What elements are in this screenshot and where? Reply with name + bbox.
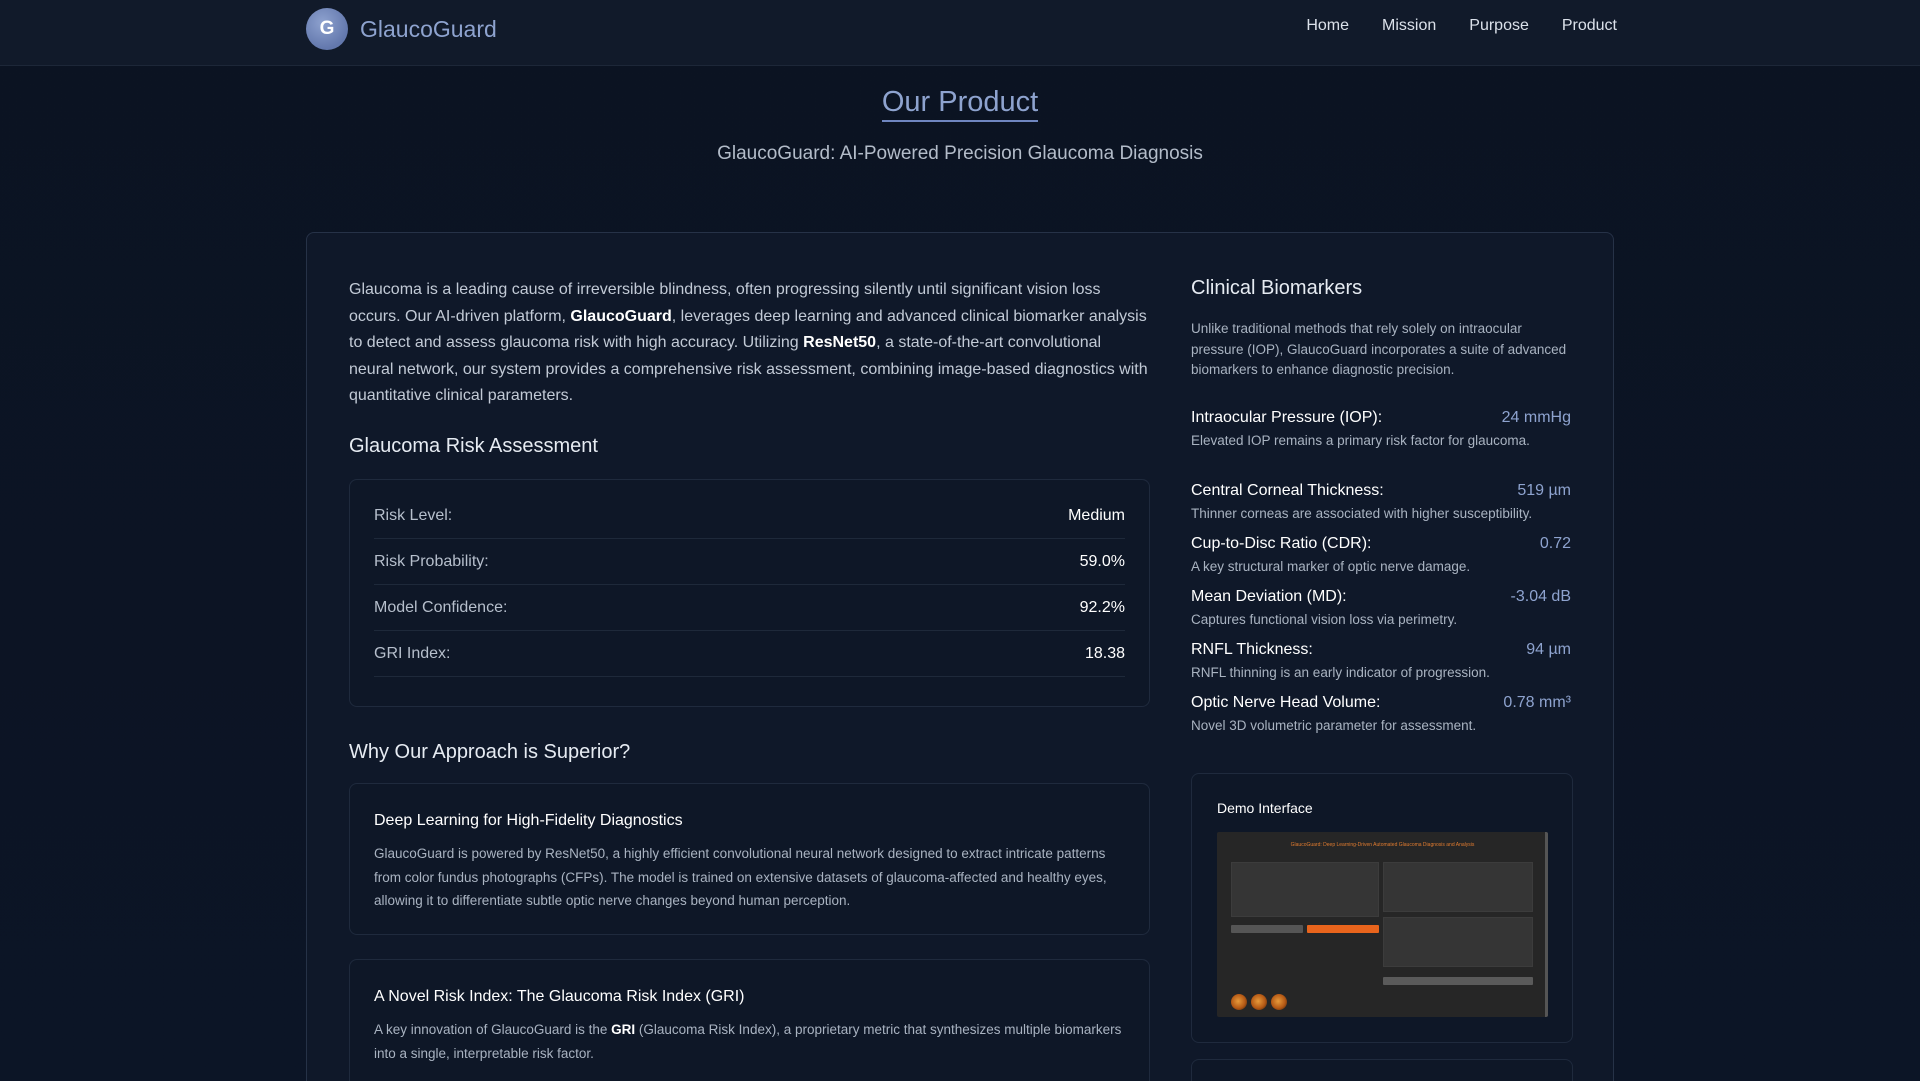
biomarker-item: Intraocular Pressure (IOP): 24 mmHg Eleva… <box>1191 409 1571 448</box>
biomarker-desc: Captures functional vision loss via peri… <box>1191 612 1458 627</box>
biomarker-item: Central Corneal Thickness: 519 µm Thinner… <box>1191 482 1571 521</box>
nav-link-product[interactable]: Product <box>1562 17 1617 35</box>
approach-heading: Why Our Approach is Superior? <box>349 741 631 763</box>
page-title: Our Product <box>0 86 1920 122</box>
demo-screenshot-header: GlaucoGuard: Deep Learning-Driven Automa… <box>1290 842 1475 848</box>
nav-link-mission[interactable]: Mission <box>1382 17 1436 35</box>
page-title-text: Our Product <box>881 86 1039 122</box>
risk-label: GRI Index: <box>374 644 451 662</box>
biomarker-value: 94 µm <box>1526 641 1571 658</box>
logo-icon: G <box>306 8 348 50</box>
biomarker-value: 24 mmHg <box>1501 409 1571 426</box>
risk-value: 59.0% <box>1079 552 1125 570</box>
risk-label: Risk Level: <box>374 506 453 524</box>
risk-value: Medium <box>1068 506 1125 524</box>
fundus-example-icon <box>1251 994 1267 1010</box>
biomarker-desc: Novel 3D volumetric parameter for assess… <box>1191 718 1477 733</box>
biomarker-name: Intraocular Pressure (IOP): <box>1191 409 1383 426</box>
demo-clear-button <box>1231 925 1303 933</box>
risk-assessment-heading: Glaucoma Risk Assessment <box>349 435 598 457</box>
demo-upload-panel <box>1231 862 1379 917</box>
biomarker-value: -3.04 dB <box>1510 588 1571 605</box>
biomarker-name: Mean Deviation (MD): <box>1191 588 1347 605</box>
demo-screenshot[interactable]: GlaucoGuard: Deep Learning-Driven Automa… <box>1217 832 1548 1017</box>
risk-row: Risk Level: Medium <box>374 493 1125 539</box>
risk-value: 18.38 <box>1084 644 1125 662</box>
brand-name: GlaucoGuard <box>360 15 497 42</box>
biomarker-name: RNFL Thickness: <box>1191 641 1313 658</box>
brand[interactable]: G GlaucoGuard <box>306 8 497 50</box>
biomarker-item: Optic Nerve Head Volume: 0.78 mm³ Novel 3… <box>1191 694 1571 733</box>
biomarker-desc: A key structural marker of optic nerve d… <box>1191 559 1471 574</box>
fundus-example-icon <box>1271 994 1287 1010</box>
intro-bold-model: ResNet50 <box>803 334 877 351</box>
top-navbar: G GlaucoGuard Home Mission Purpose Produ… <box>0 0 1920 66</box>
intro-bold-brand: GlaucoGuard <box>570 307 672 325</box>
demo-heatmap-panel <box>1383 917 1533 967</box>
biomarkers-title: Clinical Biomarkers <box>1191 277 1363 299</box>
nav-link-purpose[interactable]: Purpose <box>1469 17 1529 35</box>
page-subtitle: GlaucoGuard: AI-Powered Precision Glauco… <box>717 143 1203 164</box>
feature-text-pre: A key innovation of GlaucoGuard is the <box>374 1022 612 1037</box>
biomarker-name: Optic Nerve Head Volume: <box>1191 694 1381 711</box>
biomarker-value: 519 µm <box>1517 482 1571 499</box>
demo-interface-card: Demo Interface GlaucoGuard: Deep Learnin… <box>1191 773 1573 1043</box>
risk-value: 92.2% <box>1079 598 1125 616</box>
biomarker-value: 0.72 <box>1539 535 1571 552</box>
risk-row: Model Confidence: 92.2% <box>374 585 1125 631</box>
biomarkers-panel: Clinical Biomarkers Unlike traditional m… <box>1191 277 1571 381</box>
biomarker-item: Cup-to-Disc Ratio (CDR): 0.72 A key struc… <box>1191 535 1571 574</box>
biomarker-value: 0.78 mm³ <box>1503 694 1571 711</box>
biomarkers-intro: Unlike traditional methods that rely sol… <box>1191 321 1567 377</box>
demo-output-panel <box>1383 862 1533 912</box>
feature-card-deep-learning: Deep Learning for High-Fidelity Diagnost… <box>349 783 1150 935</box>
feature-card-gri: A Novel Risk Index: The Glaucoma Risk In… <box>349 959 1150 1081</box>
biomarker-desc: RNFL thinning is an early indicator of p… <box>1191 665 1490 680</box>
risk-label: Model Confidence: <box>374 598 508 616</box>
nav-link-home[interactable]: Home <box>1306 17 1349 35</box>
risk-label: Risk Probability: <box>374 552 489 570</box>
feature-text: GlaucoGuard is powered by ResNet50, a hi… <box>374 846 1107 908</box>
nav-links: Home Mission Purpose Product <box>1306 17 1617 35</box>
biomarker-item: Mean Deviation (MD): -3.04 dB Captures fu… <box>1191 588 1571 627</box>
biomarker-desc: Elevated IOP remains a primary risk fact… <box>1191 433 1530 448</box>
next-card <box>1191 1059 1573 1081</box>
risk-row: GRI Index: 18.38 <box>374 631 1125 677</box>
feature-text-bold: GRI <box>611 1022 636 1037</box>
demo-title: Demo Interface <box>1217 800 1313 816</box>
biomarker-item: RNFL Thickness: 94 µm RNFL thinning is an… <box>1191 641 1571 680</box>
intro-paragraph: Glaucoma is a leading cause of irreversi… <box>349 277 1149 410</box>
demo-submit-button <box>1307 925 1379 933</box>
biomarker-name: Cup-to-Disc Ratio (CDR): <box>1191 535 1372 552</box>
risk-row: Risk Probability: 59.0% <box>374 539 1125 585</box>
demo-flag-button <box>1383 977 1533 985</box>
left-column: Glaucoma is a leading cause of irreversi… <box>349 277 1149 410</box>
risk-assessment-card: Risk Level: Medium Risk Probability: 59.… <box>349 479 1150 707</box>
feature-title: A Novel Risk Index: The Glaucoma Risk In… <box>374 988 745 1005</box>
biomarker-desc: Thinner corneas are associated with high… <box>1191 506 1533 521</box>
biomarker-name: Central Corneal Thickness: <box>1191 482 1384 499</box>
demo-scrollbar[interactable] <box>1545 832 1548 1017</box>
feature-title: Deep Learning for High-Fidelity Diagnost… <box>374 812 683 829</box>
feature-text: A key innovation of GlaucoGuard is the G… <box>374 1018 1125 1065</box>
product-card: Glaucoma is a leading cause of irreversi… <box>306 232 1614 1081</box>
fundus-example-icon <box>1231 994 1247 1010</box>
